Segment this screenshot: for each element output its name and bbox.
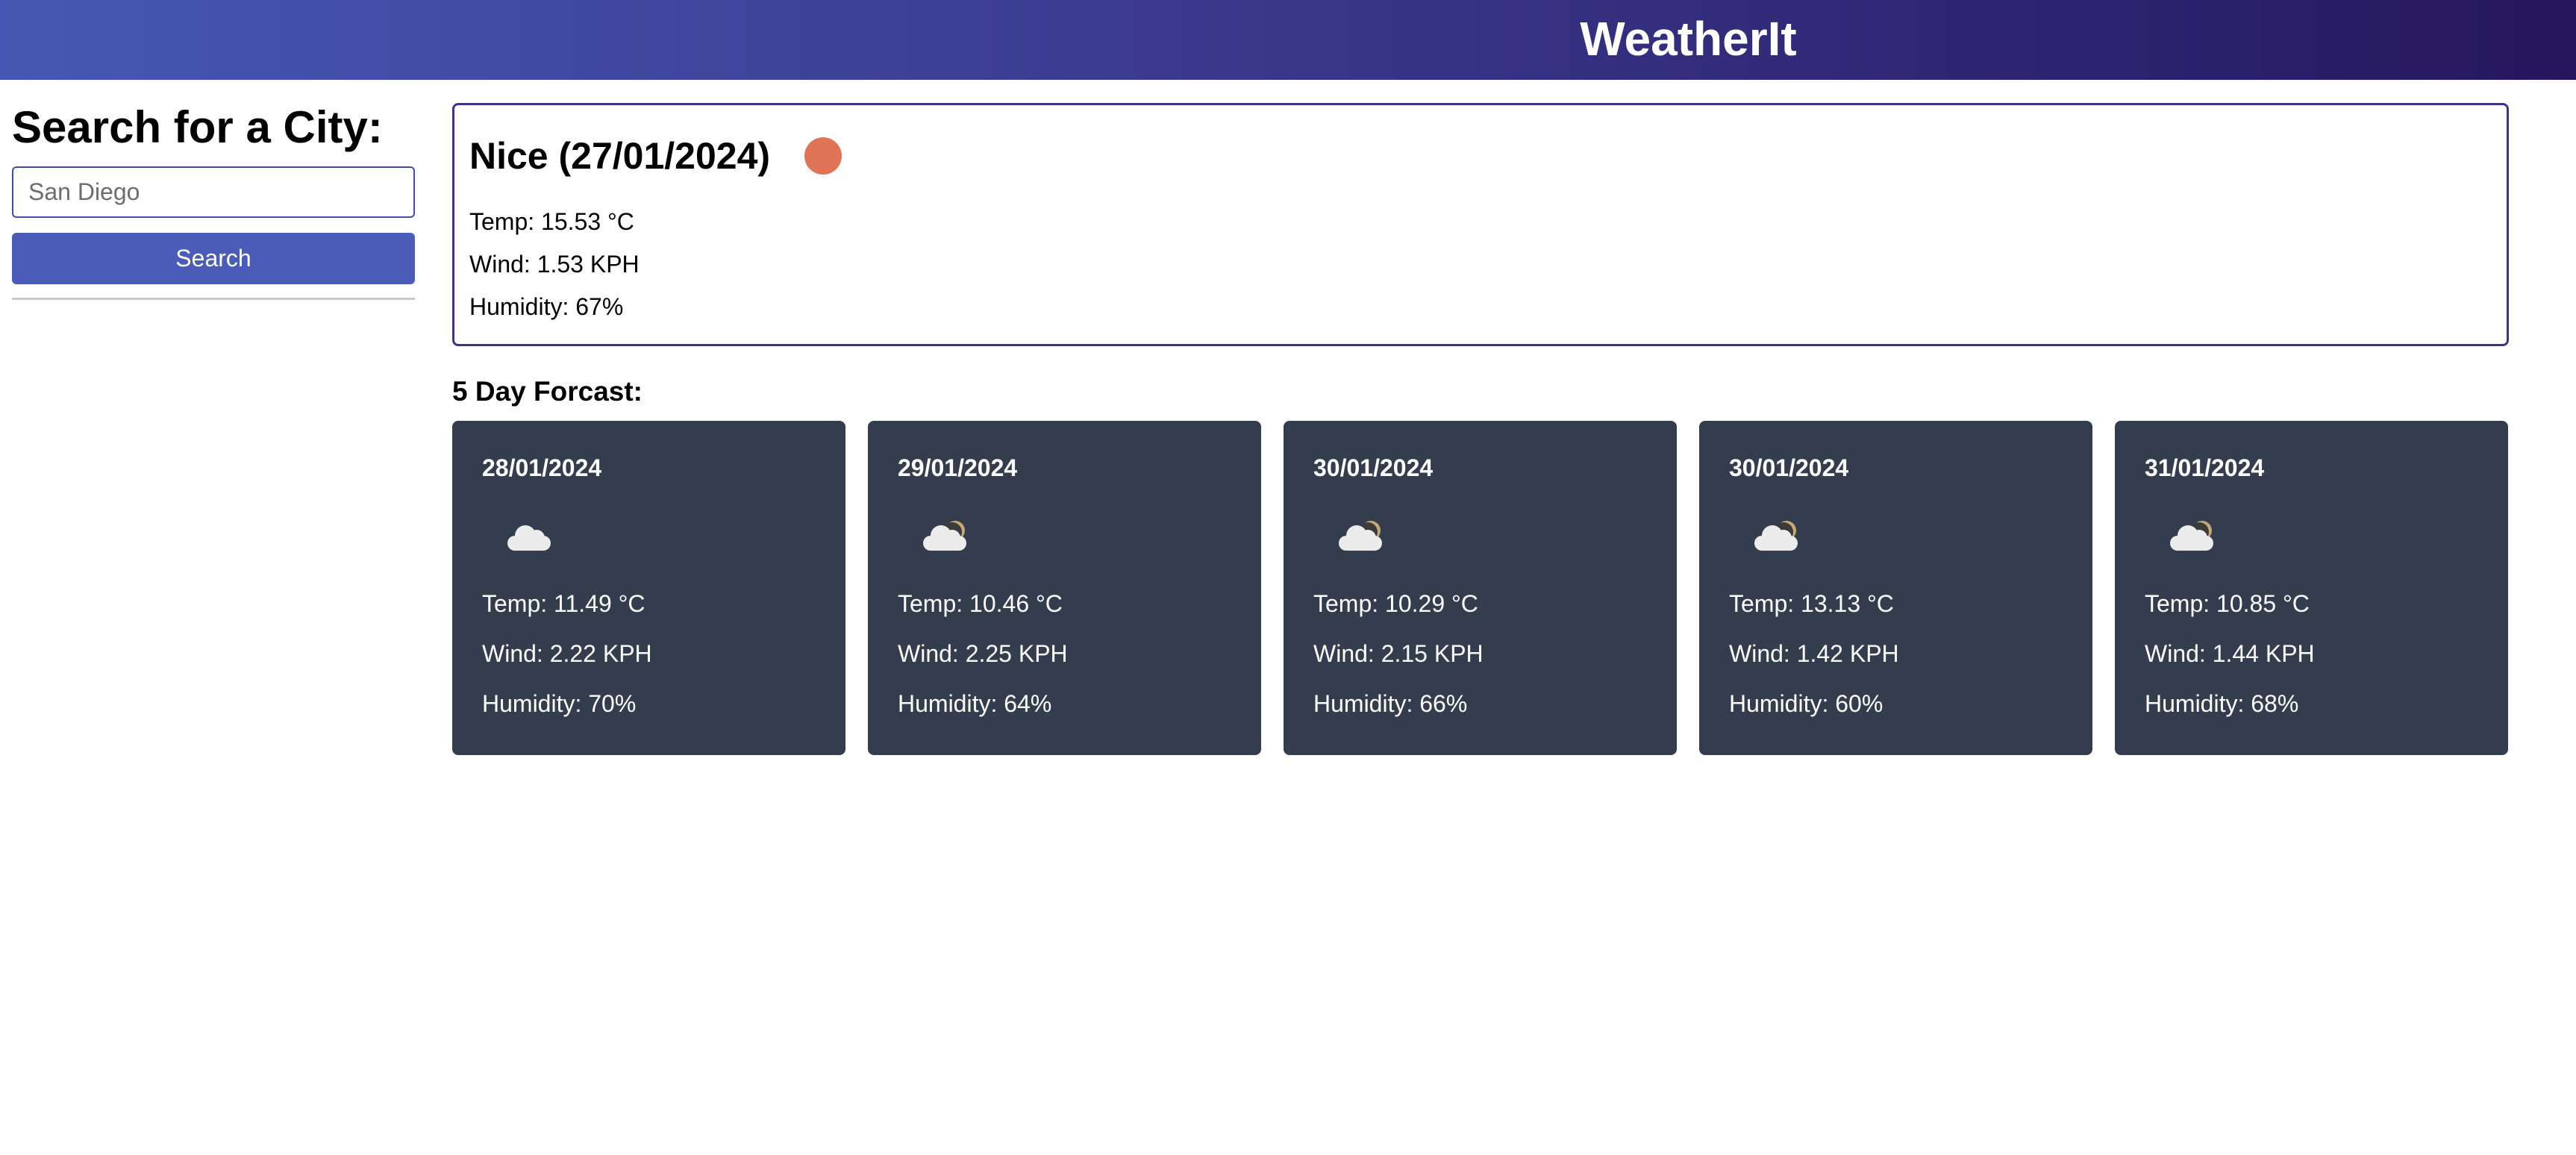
forecast-card: 31/01/2024 Temp: 10.85 °C Wind: 1.44 KPH… xyxy=(2115,421,2508,755)
forecast-card: 30/01/2024 Temp: 10.29 °C Wind: 2.15 KPH… xyxy=(1284,421,1677,755)
forecast-humidity: Humidity: 68% xyxy=(2145,690,2299,717)
forecast-humidity: Humidity: 64% xyxy=(898,690,1052,717)
forecast-temp: Temp: 11.49 °C xyxy=(482,590,645,617)
sun-icon xyxy=(804,137,842,175)
forecast-temp: Temp: 13.13 °C xyxy=(1729,590,1894,617)
forecast-temp: Temp: 10.46 °C xyxy=(898,590,1063,617)
forecast-card: 29/01/2024 Temp: 10.46 °C Wind: 2.25 KPH… xyxy=(868,421,1261,755)
forecast-details: Temp: 10.29 °C Wind: 2.15 KPH Humidity: … xyxy=(1313,579,1647,729)
city-search-input[interactable] xyxy=(12,166,415,218)
forecast-date: 30/01/2024 xyxy=(1729,454,1849,481)
current-temp: Temp: 15.53 °C xyxy=(469,208,634,235)
forecast-date: 29/01/2024 xyxy=(898,454,1018,481)
search-button[interactable]: Search xyxy=(12,233,415,284)
search-heading: Search for a City: xyxy=(12,102,383,152)
current-title-row: Nice (27/01/2024) xyxy=(469,126,2492,186)
sidebar-divider xyxy=(12,298,415,300)
forecast-row: 28/01/2024 Temp: 11.49 °C Wind: 2.22 KPH… xyxy=(452,421,2509,755)
forecast-details: Temp: 10.85 °C Wind: 1.44 KPH Humidity: … xyxy=(2145,579,2478,729)
weather-main: Nice (27/01/2024) Temp: 15.53 °C Wind: 1… xyxy=(452,103,2509,755)
forecast-date: 28/01/2024 xyxy=(482,454,602,481)
forecast-humidity: Humidity: 70% xyxy=(482,690,637,717)
forecast-card: 30/01/2024 Temp: 13.13 °C Wind: 1.42 KPH… xyxy=(1699,421,2092,755)
forecast-date: 31/01/2024 xyxy=(2145,454,2265,481)
forecast-wind: Wind: 2.15 KPH xyxy=(1313,640,1484,667)
app-header: WeatherIt xyxy=(0,0,2576,80)
cloud-moon-icon xyxy=(1751,515,1811,560)
forecast-details: Temp: 11.49 °C Wind: 2.22 KPH Humidity: … xyxy=(482,579,816,729)
forecast-humidity: Humidity: 60% xyxy=(1729,690,1883,717)
current-wind: Wind: 1.53 KPH xyxy=(469,251,640,278)
cloud-moon-icon xyxy=(920,515,980,560)
forecast-heading: 5 Day Forcast: xyxy=(452,376,643,407)
cloud-moon-icon xyxy=(2167,515,2227,560)
search-sidebar: Search for a City: Search xyxy=(12,98,415,300)
cloud-moon-icon xyxy=(1336,515,1395,560)
cloud-icon xyxy=(504,515,564,560)
current-city-date: Nice (27/01/2024) xyxy=(469,135,771,177)
forecast-humidity: Humidity: 66% xyxy=(1313,690,1468,717)
forecast-details: Temp: 10.46 °C Wind: 2.25 KPH Humidity: … xyxy=(898,579,1231,729)
app-title: WeatherIt xyxy=(1580,12,1797,66)
forecast-details: Temp: 13.13 °C Wind: 1.42 KPH Humidity: … xyxy=(1729,579,2063,729)
current-details: Temp: 15.53 °C Wind: 1.53 KPH Humidity: … xyxy=(469,201,2492,328)
forecast-wind: Wind: 2.25 KPH xyxy=(898,640,1068,667)
current-weather-card: Nice (27/01/2024) Temp: 15.53 °C Wind: 1… xyxy=(452,103,2509,346)
forecast-wind: Wind: 2.22 KPH xyxy=(482,640,652,667)
forecast-wind: Wind: 1.42 KPH xyxy=(1729,640,1899,667)
current-humidity: Humidity: 67% xyxy=(469,293,624,320)
forecast-temp: Temp: 10.85 °C xyxy=(2145,590,2310,617)
forecast-temp: Temp: 10.29 °C xyxy=(1313,590,1478,617)
forecast-wind: Wind: 1.44 KPH xyxy=(2145,640,2315,667)
forecast-card: 28/01/2024 Temp: 11.49 °C Wind: 2.22 KPH… xyxy=(452,421,845,755)
forecast-date: 30/01/2024 xyxy=(1313,454,1434,481)
